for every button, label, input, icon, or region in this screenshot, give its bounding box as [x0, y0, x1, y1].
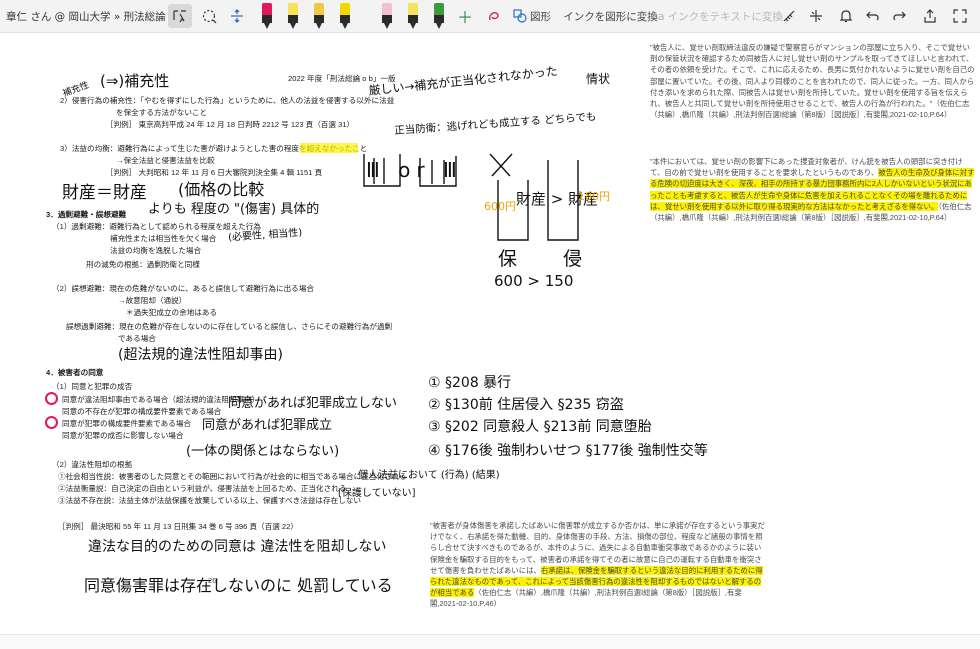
ink-note[interactable]: 違法な目的のための同意は 違法性を阻却しない [88, 536, 386, 556]
highlighter-icon[interactable] [408, 3, 418, 29]
text-line: ［判例］ 東京高判平成 24 年 12 月 18 日判時 2212 号 123 … [106, 120, 355, 129]
add-space-icon[interactable] [226, 4, 248, 28]
page-footer-strip [0, 634, 980, 649]
highlighter-icon[interactable] [382, 3, 392, 29]
lasso-dashed-icon[interactable] [198, 4, 220, 28]
text-line: 誤想過剰避難：現在の危難が存在しないのに存在していると誤信し、さらにその避難行為… [66, 322, 393, 331]
text-line: （2）違法性阻却の根拠 [52, 460, 133, 469]
text-line: →保全法益と侵害法益を比較 [116, 156, 215, 165]
share-icon[interactable] [920, 4, 940, 28]
lasso-select-icon[interactable] [168, 4, 192, 28]
section-heading: 3．過剰避難・誤想避難 [46, 210, 127, 219]
highlight-mark [300, 143, 358, 153]
ink-note[interactable]: 同意があれば犯罪成立しない [228, 392, 397, 411]
quote-paragraph: "本件においては、覚せい剤の影響下にあった捜査対象者が、けん銃を被告人の頭部に突… [650, 157, 975, 223]
ink-note[interactable]: (価格の比較 [178, 176, 264, 200]
text-line: ＊過失犯成立の余地はある [126, 308, 218, 317]
text-line: ②法益衡量説：自己決定の自由という利益が、侵害法益を上回るため、正当化される [58, 484, 347, 493]
text-line: （1）同意と犯罪の成否 [52, 382, 133, 391]
text-line: （2）誤想避難：現在の危難がないのに、あると誤信して避難行為に出る場合 [52, 284, 314, 293]
breadcrumb[interactable]: 章仁 さん @ 岡山大学 » 刑法総論 [6, 9, 166, 24]
text-line: →故意阻却（通説） [118, 296, 187, 305]
text-line: 法益の均衡を逸脱した場合 [110, 246, 202, 255]
ink-note[interactable]: 同意傷害罪は存在しないのに 処罰している [84, 572, 393, 596]
ink-to-text-button: ᴬa インクをテキストに変換 [653, 4, 783, 28]
ink-to-text-label: インクをテキストに変換 [667, 10, 783, 23]
highlighter-icon[interactable] [314, 3, 324, 29]
ink-to-text-icon: ᴬa [653, 9, 665, 23]
text-line: ①社会相当性説：被害者のした同意とその範囲において行為が社会的に相当である場合に… [58, 472, 407, 481]
bell-icon[interactable] [836, 4, 856, 28]
text-line: 同意の不存在が犯罪の構成要件要素である場合 [62, 407, 222, 416]
quote-paragraph: "被告人に、覚せい剤取締法違反の嫌疑で警察官らがマンションの部屋に立ち入り、そこ… [650, 43, 975, 120]
ink-to-shape-label: インクを図形に変換 [563, 10, 658, 23]
ribbon-toolbar: 章仁 さん @ 岡山大学 » 刑法総論 ＋ 図形 インクを図形に変換 ᴬa イン… [0, 0, 980, 33]
note-page-right[interactable]: "被告人に、覚せい剤取締法違反の嫌疑で警察官らがマンションの部屋に立ち入り、そこ… [422, 34, 980, 634]
ink-to-shape-button[interactable]: インクを図形に変換 [563, 4, 658, 28]
ink-note[interactable]: (一体の関係とはならない) [186, 440, 339, 459]
text-line: 刑の減免の根拠：過剰防衛と同様 [86, 260, 200, 269]
text-line: 同意が犯罪の成否に影響しない場合 [62, 431, 184, 440]
highlighter-icon[interactable] [340, 3, 350, 29]
pen-icon[interactable] [434, 3, 444, 29]
ink-replay-icon[interactable] [484, 4, 504, 28]
text-line: 2）侵害行為の補充性：「やむを得ずにした行為」というために、他人の法益を侵害する… [60, 96, 395, 105]
text-line: ［判例］ 最決昭和 55 年 11 月 13 日刑集 34 巻 6 号 396 … [58, 522, 298, 531]
ink-circle [45, 392, 58, 405]
math-icon[interactable] [806, 4, 826, 28]
ink-note[interactable]: [保護していない] [338, 484, 416, 499]
add-pen-button[interactable]: ＋ [456, 4, 474, 28]
ink-note[interactable]: (超法規的違法性阻却事由) [118, 344, 283, 364]
shapes-label: 図形 [530, 10, 551, 23]
section-heading: 4．被害者の同意 [46, 368, 104, 377]
redo-icon[interactable] [890, 4, 908, 28]
ink-note[interactable]: (⇒)補充性 [100, 70, 169, 91]
text-line: である場合 [118, 334, 156, 343]
text-line: 同意が犯罪の構成要件要素である場合 [62, 419, 192, 428]
text-line: 補充性または相当性を欠く場合 [110, 234, 217, 243]
undo-icon[interactable] [864, 4, 882, 28]
ink-note[interactable]: よりも 程度の "(傷害) 具体的 [148, 198, 319, 217]
expand-icon[interactable] [950, 4, 970, 28]
text-line: を保全する方法がないこと [116, 108, 208, 117]
ruler-icon[interactable] [779, 4, 799, 28]
shapes-button[interactable]: 図形 [512, 4, 552, 28]
ink-circle [45, 416, 58, 429]
ink-note[interactable]: 財産＝財産 [62, 178, 147, 203]
text-line: ③法益不存在説：法益主体が法益保護を放棄している以上、保護すべき法益は存在しない [58, 496, 361, 505]
ink-note[interactable]: 同意があれば犯罪成立 [202, 414, 332, 433]
highlighter-icon[interactable] [288, 3, 298, 29]
shapes-icon [513, 9, 527, 23]
pen-icon[interactable] [262, 3, 272, 29]
quote-paragraph: "被害者が身体傷害を承諾したばあいに傷害罪が成立するか否かは、単に承諾が存在する… [430, 521, 765, 609]
